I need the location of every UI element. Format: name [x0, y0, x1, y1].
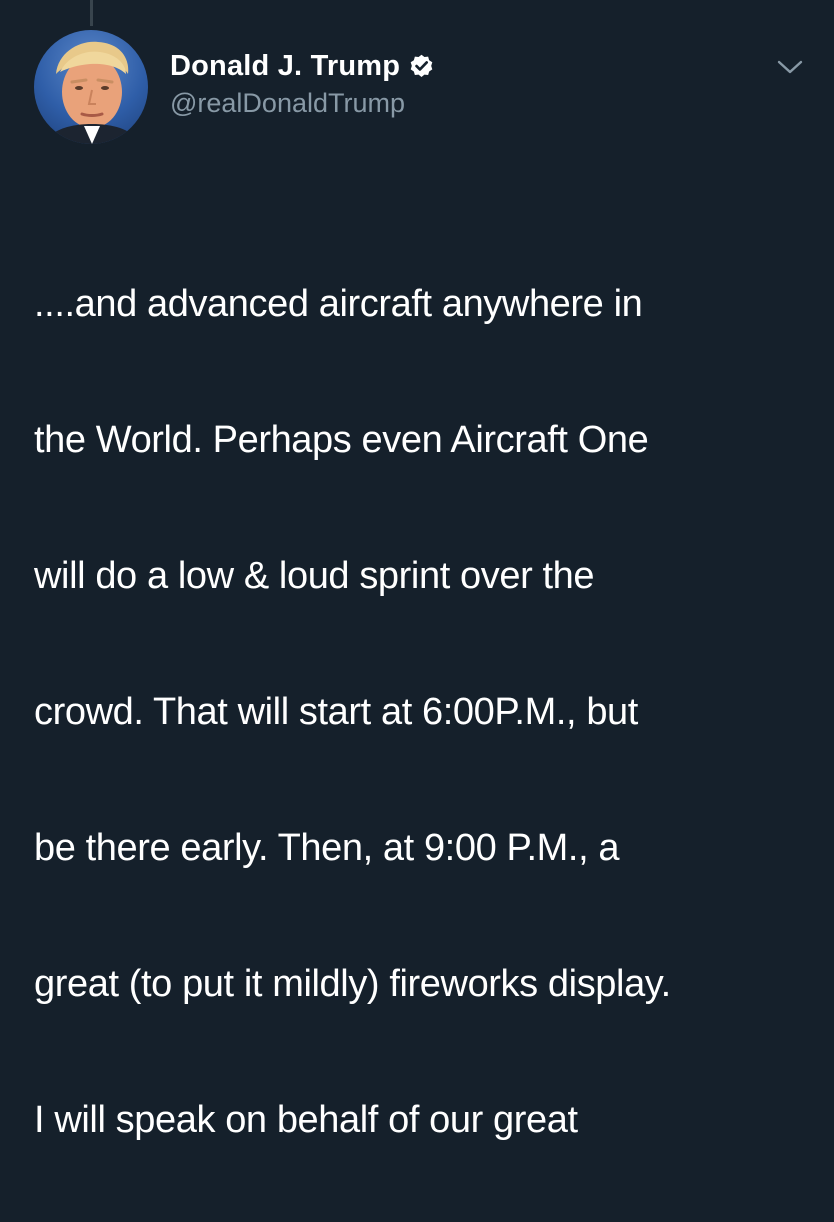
avatar[interactable]: [34, 30, 148, 144]
tweet-text-line: crowd. That will start at 6:00P.M., but: [34, 691, 638, 733]
tweet-text-line: I will speak on behalf of our great: [34, 1099, 578, 1141]
chevron-down-icon[interactable]: [773, 56, 807, 78]
thread-connector-line: [90, 0, 93, 26]
verified-badge-icon: [408, 53, 435, 80]
tweet-text-line: great (to put it mildly) fireworks displ…: [34, 963, 671, 1005]
author-name-row[interactable]: Donald J. Trump: [170, 46, 435, 86]
author-display-name[interactable]: Donald J. Trump: [170, 50, 400, 83]
tweet-text-line: ....and advanced aircraft anywhere in: [34, 283, 643, 325]
author-handle[interactable]: @realDonaldTrump: [170, 88, 405, 119]
tweet-text: ....and advanced aircraft anywhere in th…: [34, 202, 824, 1222]
tweet-text-line: the World. Perhaps even Aircraft One: [34, 419, 649, 461]
avatar-image: [44, 41, 140, 144]
tweet-text-line: be there early. Then, at 9:00 P.M., a: [34, 827, 620, 869]
tweet-text-line: will do a low & loud sprint over the: [34, 555, 595, 597]
